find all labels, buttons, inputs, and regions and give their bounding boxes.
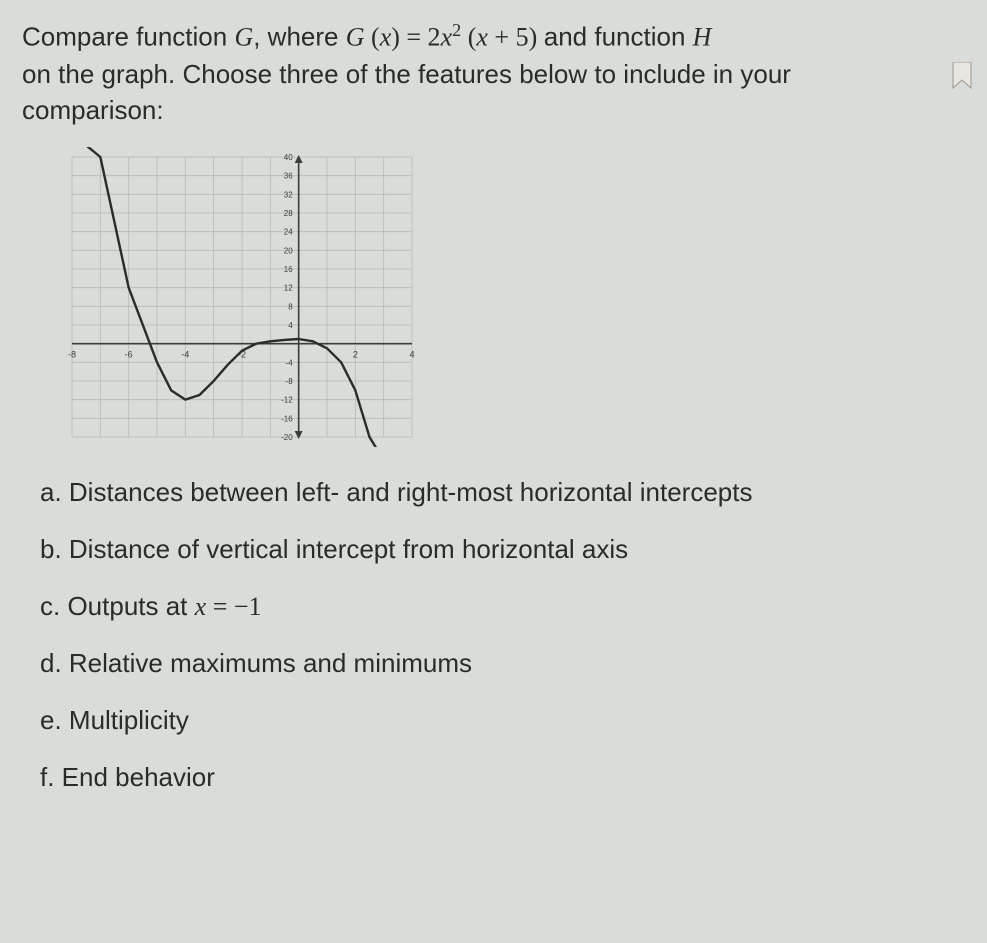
option-f-text: f. End behavior: [40, 762, 215, 792]
option-c-var: x: [195, 592, 207, 621]
paren-open: (: [365, 23, 380, 52]
eq-2: ) = 2: [391, 23, 440, 52]
option-a: a. Distances between left- and right-mos…: [40, 475, 969, 510]
svg-text:-4: -4: [286, 358, 294, 367]
var-H: H: [693, 23, 712, 52]
graph-of-H: -8-6-4-224-20-16-12-8-448121620242832364…: [62, 147, 422, 447]
option-f: f. End behavior: [40, 760, 969, 795]
svg-text:2: 2: [353, 349, 358, 359]
svg-text:40: 40: [284, 153, 293, 162]
svg-text:-6: -6: [125, 349, 133, 359]
option-e-text: e. Multiplicity: [40, 705, 189, 735]
prompt-line2: on the graph. Choose three of the featur…: [22, 59, 791, 89]
options-list: a. Distances between left- and right-mos…: [22, 475, 969, 796]
bookmark-icon: [951, 62, 973, 90]
prompt-mid1: , where: [253, 22, 346, 52]
svg-text:8: 8: [288, 302, 293, 311]
svg-text:20: 20: [284, 246, 293, 255]
svg-text:24: 24: [284, 227, 293, 236]
svg-text:4: 4: [409, 349, 414, 359]
option-e: e. Multiplicity: [40, 703, 969, 738]
var-Gx: G: [346, 23, 365, 52]
var-x1: x: [380, 23, 392, 52]
svg-text:36: 36: [284, 171, 293, 180]
option-c-eq: = −1: [206, 592, 261, 621]
svg-text:28: 28: [284, 209, 293, 218]
option-d: d. Relative maximums and minimums: [40, 646, 969, 681]
prompt-line3: comparison:: [22, 95, 164, 125]
svg-text:-16: -16: [281, 414, 293, 423]
plus5: + 5): [488, 23, 544, 52]
svg-text:-20: -20: [281, 433, 293, 442]
option-a-text: a. Distances between left- and right-mos…: [40, 477, 752, 507]
var-G1: G: [234, 23, 253, 52]
var-x2: x: [441, 23, 453, 52]
prompt-pre: Compare function: [22, 22, 234, 52]
option-b-text: b. Distance of vertical intercept from h…: [40, 534, 628, 564]
svg-text:-8: -8: [68, 349, 76, 359]
chart-svg: -8-6-4-224-20-16-12-8-448121620242832364…: [62, 147, 422, 447]
svg-text:4: 4: [288, 321, 293, 330]
svg-text:-12: -12: [281, 395, 293, 404]
question-prompt: Compare function G, where G (x) = 2x2 (x…: [22, 18, 969, 129]
svg-text:32: 32: [284, 190, 293, 199]
option-c-pre: c. Outputs at: [40, 591, 195, 621]
paren2-open: (: [461, 23, 476, 52]
svg-text:12: 12: [284, 283, 293, 292]
prompt-mid2: and function: [544, 22, 693, 52]
superscript-2: 2: [452, 20, 461, 40]
svg-text:16: 16: [284, 265, 293, 274]
svg-text:-8: -8: [286, 377, 294, 386]
option-c: c. Outputs at x = −1: [40, 589, 969, 624]
option-b: b. Distance of vertical intercept from h…: [40, 532, 969, 567]
svg-text:-4: -4: [181, 349, 189, 359]
option-d-text: d. Relative maximums and minimums: [40, 648, 472, 678]
var-x3: x: [476, 23, 488, 52]
